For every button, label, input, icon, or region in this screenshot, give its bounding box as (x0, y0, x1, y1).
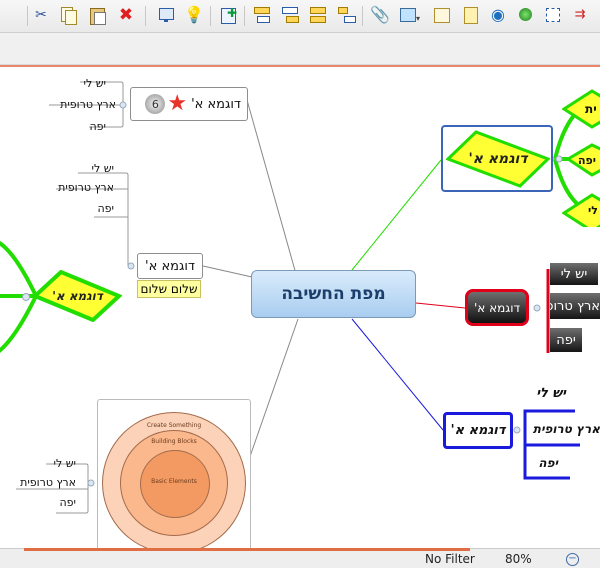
zoom-level[interactable]: 80% (505, 552, 532, 566)
topic-top-left[interactable]: דוגמא א' ★ 6 (130, 87, 248, 121)
topic-middle-left[interactable]: דוגמא א' (137, 253, 203, 279)
subtopic-label[interactable]: ארץ טרופית (530, 422, 600, 436)
boundary-icon[interactable] (543, 5, 563, 25)
subtopic-label[interactable]: יש לי (40, 457, 76, 470)
subtopic-dark-1[interactable]: יש לי (550, 263, 598, 285)
central-topic-label: מפת החשיבה (281, 284, 386, 304)
filter-status[interactable]: No Filter (425, 552, 475, 566)
note-box[interactable]: שלום שלום (137, 280, 201, 298)
copy-icon[interactable] (58, 5, 78, 25)
paste-icon[interactable] (87, 5, 107, 25)
topic-dark-red[interactable]: דוגמא א' (465, 289, 529, 326)
subtopic-label[interactable]: יש לי (60, 162, 114, 175)
export-icon[interactable]: ✚ (218, 5, 238, 25)
central-topic[interactable]: מפת החשיבה (251, 270, 416, 318)
topic-blue[interactable]: דוגמא א' (443, 412, 513, 449)
attachment-icon[interactable]: 📎 (370, 5, 390, 25)
subtopic-label[interactable]: ארץ טרופית (46, 181, 114, 194)
subtopic-label[interactable]: יש לי (530, 386, 566, 401)
topic-hexagon-right[interactable]: דוגמא א' (446, 130, 550, 188)
text-icon[interactable] (432, 5, 452, 25)
zoom-out-icon[interactable]: − (566, 553, 579, 566)
mind-map-canvas[interactable]: מפת החשיבה דוגמא א' ★ 6 יש לי ארץ טרופית… (0, 67, 600, 548)
main-toolbar: ✂ ✖ 💡 ✚ 📎 ▾ ◉ ⇉ (0, 0, 600, 33)
subtopic-label: יפה (556, 332, 576, 348)
marker-icon[interactable] (516, 5, 536, 25)
subtopic-label[interactable]: יפה (60, 120, 106, 133)
delete-icon[interactable]: ✖ (116, 5, 136, 25)
topic-label: דוגמא א' (473, 300, 521, 315)
topic-label: דוגמא א' (52, 289, 103, 303)
diagram-label-mid: Building Blocks (151, 438, 197, 445)
secondary-toolbar (0, 33, 600, 65)
relationship-icon[interactable]: ⇉ (570, 5, 590, 25)
subtopic-label: יש לי (560, 266, 588, 282)
topic-label: דוגמא א' (450, 423, 506, 438)
subtopic-label[interactable]: ית (585, 102, 600, 116)
toolbar-separator (244, 6, 245, 26)
subtopic-icon[interactable] (280, 5, 300, 25)
note-text: שלום שלום (140, 282, 198, 296)
collapse-dot[interactable] (22, 293, 30, 301)
subtopic-label[interactable]: לי (588, 204, 600, 217)
subtopic-label[interactable]: יפה (578, 154, 600, 167)
idea-icon[interactable]: 💡 (184, 5, 204, 25)
notes-icon[interactable] (461, 5, 481, 25)
canvas-scroll-indicator (24, 548, 470, 551)
subtopic-label[interactable]: ארץ טרופית (14, 476, 76, 489)
subtopic-dark-2[interactable]: ארץ טרופית (550, 293, 600, 319)
subtopic-label[interactable]: ארץ טרופית (40, 98, 116, 111)
subtopic-label: ארץ טרופית (550, 298, 600, 314)
star-icon: ★ (167, 91, 188, 116)
priority-icon: 6 (145, 94, 166, 114)
toolbar-separator (145, 6, 146, 26)
topic-label: דוגמא א' (145, 258, 195, 274)
diagram-label-inner: Basic Elements (151, 478, 197, 485)
toolbar-separator (210, 6, 211, 26)
presentation-icon[interactable] (156, 5, 176, 25)
topic-label: דוגמא א' (191, 96, 241, 112)
image-icon[interactable]: ▾ (398, 5, 420, 25)
diagram-label-outer: Create Something (146, 422, 202, 429)
embedded-diagram-image[interactable]: Create Something Building Blocks Basic E… (97, 399, 251, 548)
topic-label: דוגמא א' (468, 151, 528, 167)
callout-icon[interactable] (336, 5, 356, 25)
subtopic-label[interactable]: יפה (50, 496, 76, 509)
cut-icon[interactable]: ✂ (31, 5, 51, 25)
topic-hexagon-left[interactable]: דוגמא א' (33, 270, 122, 322)
subtopic-label[interactable]: יש לי (60, 77, 106, 90)
web-link-icon[interactable]: ◉ (488, 5, 508, 25)
floating-topic-icon[interactable] (308, 5, 328, 25)
subtopic-label[interactable]: יפה (530, 456, 558, 470)
toolbar-icon-spacer (8, 5, 28, 25)
subtopic-dark-3[interactable]: יפה (550, 328, 582, 352)
topic-icon[interactable] (252, 5, 272, 25)
subtopic-label[interactable]: יפה (70, 202, 114, 215)
toolbar-separator (362, 6, 363, 26)
toolbar-separator (27, 6, 28, 26)
